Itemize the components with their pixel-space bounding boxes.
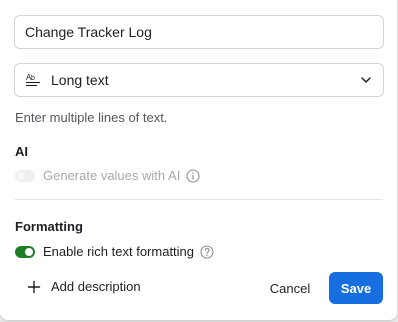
field-type-label: Long text — [51, 72, 109, 88]
field-type-hint: Enter multiple lines of text. — [15, 110, 168, 125]
rich-text-toggle[interactable] — [15, 245, 35, 258]
section-divider — [15, 199, 383, 200]
rich-text-toggle-label[interactable]: Enable rich text formatting — [43, 244, 194, 259]
ai-toggle — [15, 169, 35, 182]
chevron-down-icon — [359, 73, 373, 87]
rich-text-toggle-row: Enable rich text formatting — [15, 244, 214, 259]
formatting-section-title: Formatting — [15, 219, 83, 234]
svg-text:b: b — [31, 75, 35, 82]
ai-section-title: AI — [15, 144, 28, 159]
ai-toggle-label: Generate values with AI — [43, 168, 181, 183]
save-button[interactable]: Save — [329, 272, 383, 304]
field-config-dialog: A b Long text Enter multiple lines of te… — [0, 0, 397, 320]
field-type-dropdown[interactable]: A b Long text — [14, 63, 384, 97]
add-description-label: Add description — [51, 279, 141, 294]
ai-toggle-row: Generate values with AI — [15, 168, 200, 183]
help-icon[interactable] — [200, 244, 214, 259]
add-description-button[interactable]: Add description — [27, 279, 141, 294]
field-name-input[interactable] — [14, 15, 384, 49]
cancel-button[interactable]: Cancel — [259, 272, 321, 304]
long-text-icon: A b — [25, 72, 41, 88]
plus-icon — [27, 280, 41, 294]
info-icon[interactable] — [186, 168, 200, 183]
